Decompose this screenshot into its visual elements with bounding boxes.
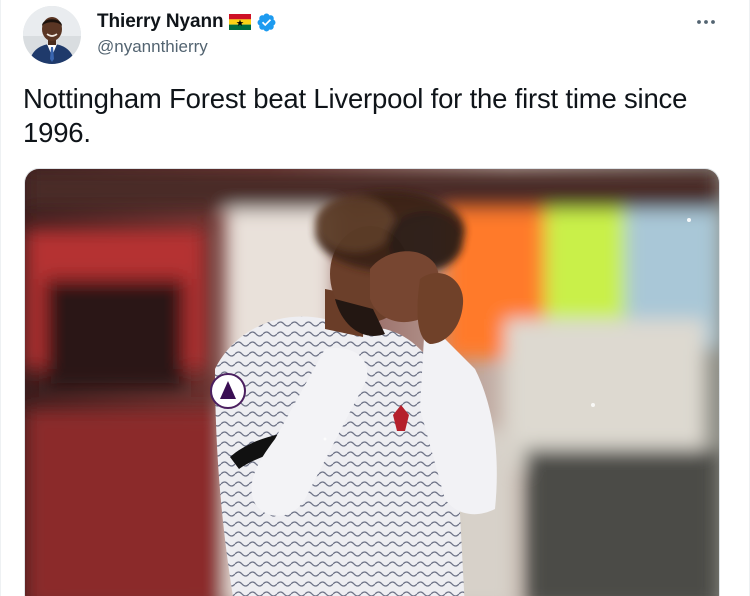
verified-badge-icon — [256, 12, 277, 33]
avatar-image — [23, 6, 81, 64]
tweet-card: Thierry Nyann @nyannthierry Nottingham F… — [0, 0, 750, 596]
name-row: Thierry Nyann — [97, 10, 277, 34]
more-options-icon[interactable] — [693, 12, 719, 32]
author-block: Thierry Nyann @nyannthierry — [97, 10, 277, 57]
handle[interactable]: @nyannthierry — [97, 37, 277, 57]
display-name[interactable]: Thierry Nyann — [97, 11, 224, 33]
footballer-photo — [25, 169, 719, 596]
tweet-text: Nottingham Forest beat Liverpool for the… — [23, 83, 688, 148]
tweet-media-photo[interactable] — [24, 168, 720, 596]
ghana-flag-icon — [229, 14, 252, 30]
avatar[interactable] — [23, 6, 81, 64]
